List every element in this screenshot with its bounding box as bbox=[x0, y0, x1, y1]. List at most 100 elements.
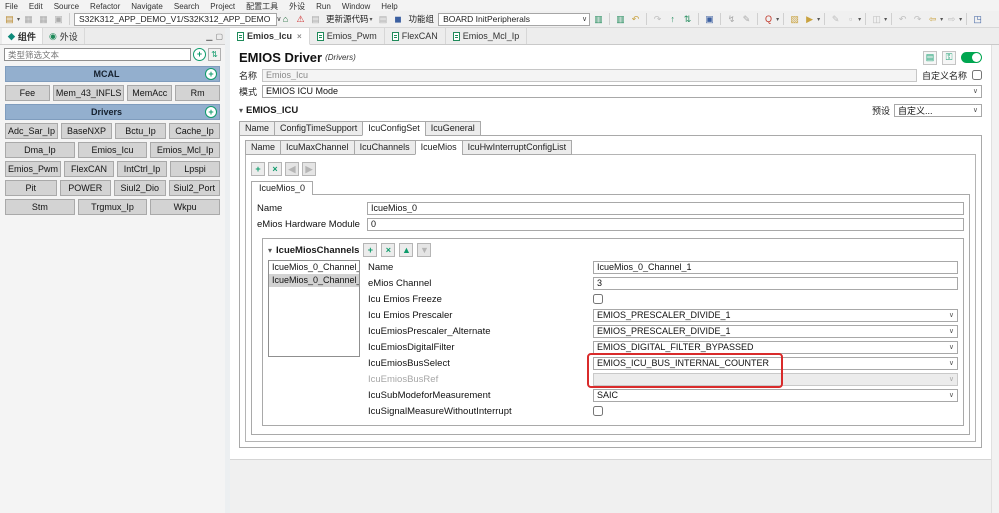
sidebar-item-fee[interactable]: Fee bbox=[5, 85, 50, 101]
forward-icon[interactable]: ⇨ bbox=[945, 13, 958, 26]
tab-name[interactable]: Name bbox=[239, 121, 276, 136]
sidebar-item-power[interactable]: POWER bbox=[59, 180, 111, 196]
sidebar-item-trgmux_ip[interactable]: Trgmux_Ip bbox=[77, 199, 148, 215]
menu-item-10[interactable]: Run bbox=[316, 2, 331, 11]
export-config-icon[interactable]: ▤ bbox=[923, 50, 937, 65]
copy-doc-icon[interactable]: ▤ bbox=[377, 13, 390, 26]
remove-emios-icon[interactable]: × bbox=[268, 162, 282, 176]
sidebar-item-rm[interactable]: Rm bbox=[175, 85, 221, 101]
menu-item-12[interactable]: Help bbox=[381, 2, 397, 11]
emios-group-tab[interactable]: IcueMios_0 bbox=[251, 181, 314, 195]
menu-item-1[interactable]: File bbox=[5, 2, 18, 11]
folder-run-icon[interactable]: ▧ bbox=[788, 13, 801, 26]
sidebar-item-siul2_dio[interactable]: Siul2_Dio bbox=[114, 180, 166, 196]
field-emios-channel[interactable] bbox=[593, 276, 958, 290]
field-input-emios-hardware-module[interactable] bbox=[367, 217, 964, 231]
subtab-icuhwinterruptconfiglist[interactable]: IcuHwInterruptConfigList bbox=[461, 140, 573, 155]
redo-icon[interactable]: ↷ bbox=[651, 13, 664, 26]
undo2-icon[interactable]: ↶ bbox=[896, 13, 909, 26]
sort-components-icon[interactable]: ⇅ bbox=[208, 48, 221, 61]
field-icu-emios-prescaler[interactable]: EMIOS_PRESCALER_DIVIDE_1 bbox=[593, 308, 958, 322]
error-icon[interactable]: ⚠ bbox=[294, 13, 307, 26]
pencil-icon[interactable]: ✎ bbox=[740, 13, 753, 26]
paint-icon[interactable]: ✎ bbox=[829, 13, 842, 26]
collapse-section-icon[interactable]: ▾ bbox=[239, 106, 243, 115]
sidebar-item-memacc[interactable]: MemAcc bbox=[127, 85, 173, 101]
book-icon[interactable]: ▥ bbox=[592, 13, 605, 26]
subtab-icuchannels[interactable]: IcuChannels bbox=[353, 140, 416, 155]
home-icon[interactable]: ⌂ bbox=[279, 13, 292, 26]
editor-tab-emios_icu[interactable]: Emios_Icu × bbox=[230, 28, 310, 45]
editor-tab-emios_mcl_ip[interactable]: Emios_Mcl_Ip bbox=[446, 28, 528, 44]
new-file-icon[interactable]: ▤ bbox=[3, 13, 16, 26]
menu-item-2[interactable]: Edit bbox=[29, 2, 43, 11]
menu-item-7[interactable]: Project bbox=[210, 2, 235, 11]
minimize-view-icon[interactable]: ▁ bbox=[206, 32, 212, 41]
menu-item-4[interactable]: Refactor bbox=[90, 2, 120, 11]
list-item[interactable]: IcueMios_0_Channel_1 bbox=[269, 274, 359, 287]
sidebar-item-wkpu[interactable]: Wkpu bbox=[150, 199, 221, 215]
field-input-name[interactable] bbox=[367, 201, 964, 215]
sort-columns-icon[interactable]: ⇅ bbox=[681, 13, 694, 26]
unlock-icon[interactable]: ⚿ bbox=[942, 50, 956, 65]
undo-icon[interactable]: ↶ bbox=[629, 13, 642, 26]
import-icon[interactable]: ↑ bbox=[666, 13, 679, 26]
menu-item-11[interactable]: Window bbox=[342, 2, 370, 11]
save-icon[interactable]: ▦ bbox=[22, 13, 35, 26]
doc-icon[interactable]: ▤ bbox=[309, 13, 322, 26]
maximize-view-icon[interactable]: ▢ bbox=[215, 32, 223, 41]
quality-icon[interactable]: Q bbox=[762, 13, 775, 26]
subtab-name[interactable]: Name bbox=[245, 140, 282, 155]
list-item[interactable]: IcueMios_0_Channel_0 bbox=[269, 261, 359, 274]
project-selector[interactable]: S32K312_APP_DEMO_V1/S32K312_APP_DEMO ∨ bbox=[74, 12, 282, 26]
type-filter-input[interactable] bbox=[4, 48, 191, 61]
book2-icon[interactable]: ▥ bbox=[614, 13, 627, 26]
menu-item-8[interactable]: 配置工具 bbox=[246, 1, 278, 12]
editor-tab-flexcan[interactable]: FlexCAN bbox=[385, 28, 446, 44]
subtab-icumaxchannel[interactable]: IcuMaxChannel bbox=[280, 140, 355, 155]
close-tab-icon[interactable]: × bbox=[297, 32, 302, 41]
sidebar-tab-components[interactable]: ◆ 组件 bbox=[2, 28, 43, 44]
mode-select[interactable]: EMIOS ICU Mode bbox=[262, 84, 982, 98]
editor-scrollbar[interactable] bbox=[991, 45, 999, 513]
collapse-channels-icon[interactable]: ▾ bbox=[268, 246, 272, 255]
sidebar-item-emios_mcl_ip[interactable]: Emios_Mcl_Ip bbox=[150, 142, 221, 158]
tab-configtimesupport[interactable]: ConfigTimeSupport bbox=[274, 121, 364, 136]
sidebar-item-emios_pwm[interactable]: Emios_Pwm bbox=[5, 161, 62, 177]
sidebar-item-cache_ip[interactable]: Cache_Ip bbox=[169, 123, 220, 139]
sidebar-item-stm[interactable]: Stm bbox=[5, 199, 75, 215]
menu-item-6[interactable]: Search bbox=[174, 2, 199, 11]
redo2-icon[interactable]: ↷ bbox=[911, 13, 924, 26]
field-icusignalmeasurewithoutinterrupt[interactable] bbox=[593, 406, 603, 416]
sidebar-item-adc_sar_ip[interactable]: Adc_Sar_Ip bbox=[5, 123, 59, 139]
add-channel-icon[interactable]: + bbox=[363, 243, 378, 257]
preset-select[interactable]: 自定义... bbox=[894, 104, 982, 117]
custom-name-checkbox[interactable] bbox=[972, 70, 982, 80]
channel-list[interactable]: IcueMios_0_Channel_0 IcueMios_0_Channel_1 bbox=[268, 260, 360, 357]
sidebar-item-flexcan[interactable]: FlexCAN bbox=[64, 161, 115, 177]
external-window-icon[interactable]: ◳ bbox=[971, 13, 984, 26]
update-source-code-button[interactable]: 更新源代码 ▾ bbox=[324, 13, 375, 26]
sidebar-item-intctrl_ip[interactable]: IntCtrl_Ip bbox=[117, 161, 168, 177]
add-emios-icon[interactable]: + bbox=[251, 162, 265, 176]
sidebar-tab-peripherals[interactable]: ◉ 外设 bbox=[43, 28, 85, 44]
sidebar-item-pit[interactable]: Pit bbox=[5, 180, 57, 196]
sidebar-item-dma_ip[interactable]: Dma_Ip bbox=[5, 142, 75, 158]
field-icu-emios-freeze[interactable] bbox=[593, 294, 603, 304]
field-icuemiosbusselect[interactable]: EMIOS_ICU_BUS_INTERNAL_COUNTER bbox=[593, 356, 958, 370]
field-icuemiosprescaler_alternate[interactable]: EMIOS_PRESCALER_DIVIDE_1 bbox=[593, 324, 958, 338]
sidebar-item-lpspi[interactable]: Lpspi bbox=[170, 161, 221, 177]
back-icon[interactable]: ⇦ bbox=[926, 13, 939, 26]
add-instance-icon[interactable]: + bbox=[205, 106, 217, 118]
menu-item-5[interactable]: Navigate bbox=[131, 2, 163, 11]
sidebar-item-basenxp[interactable]: BaseNXP bbox=[61, 123, 113, 139]
launch-icon[interactable]: ▶ bbox=[803, 13, 816, 26]
new-window-icon[interactable]: ◫ bbox=[870, 13, 883, 26]
sidebar-item-mem_43_infls[interactable]: Mem_43_INFLS bbox=[52, 85, 125, 101]
sidebar-item-siul2_port[interactable]: Siul2_Port bbox=[168, 180, 220, 196]
editor-tab-emios_pwm[interactable]: Emios_Pwm bbox=[310, 28, 385, 44]
field-icusubmodeformeasurement[interactable]: SAIC bbox=[593, 388, 958, 402]
sidebar-item-bctu_ip[interactable]: Bctu_Ip bbox=[115, 123, 166, 139]
console-icon[interactable]: ▣ bbox=[703, 13, 716, 26]
save-all-icon[interactable]: ▦ bbox=[37, 13, 50, 26]
